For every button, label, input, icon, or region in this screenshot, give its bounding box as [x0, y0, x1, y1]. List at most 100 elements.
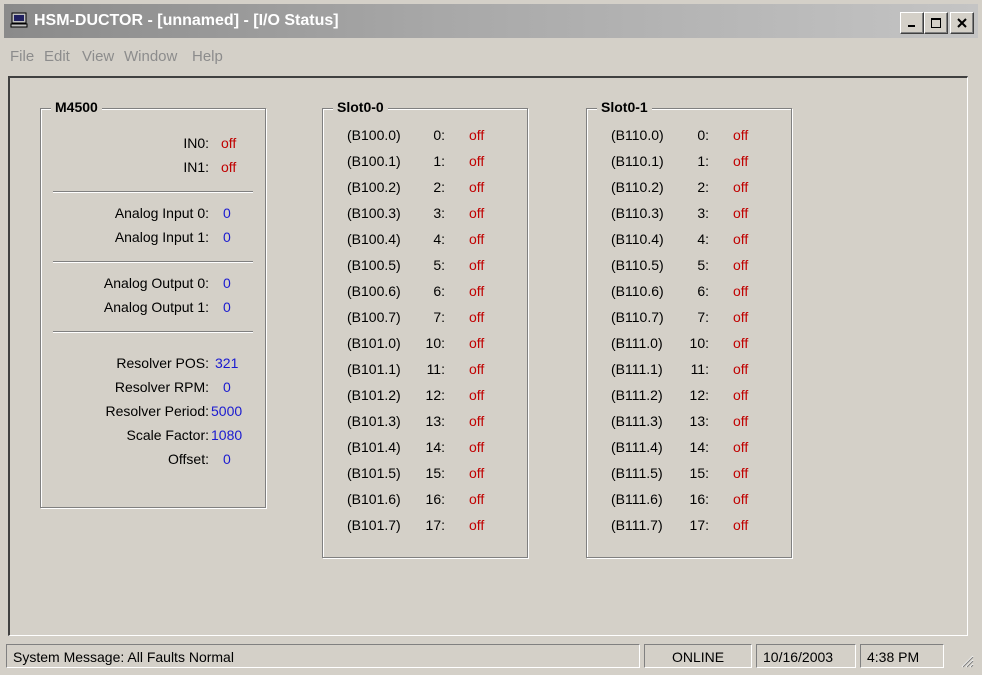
io-state: off — [469, 413, 485, 429]
window-title: HSM-DUCTOR - [unnamed] - [I/O Status] — [34, 12, 339, 29]
slot0-0-group: Slot0-0 (B100.0) 0: off (B100.1) 1: off (B100.… — [322, 99, 528, 558]
title-bar[interactable]: HSM-DUCTOR - [unnamed] - [I/O Status] — [4, 4, 978, 38]
io-index: 14: — [689, 439, 709, 455]
io-index: 12: — [425, 387, 445, 403]
menu-view[interactable]: View — [82, 48, 114, 65]
slot0-1-io-row: (B111.0) 10: off — [587, 335, 791, 355]
slot0-0-io-row: (B100.6) 6: off — [323, 283, 527, 303]
io-index: 13: — [689, 413, 709, 429]
io-state: off — [469, 153, 485, 169]
slot0-1-io-row: (B110.7) 7: off — [587, 309, 791, 329]
close-button[interactable] — [950, 12, 974, 34]
io-state: off — [469, 257, 485, 273]
slot0-0-io-row: (B101.5) 15: off — [323, 465, 527, 485]
online-status: ONLINE — [644, 644, 752, 668]
analog-input-1-row: Analog Input 1: 0 — [41, 229, 265, 249]
status-bar: System Message: All Faults Normal ONLINE… — [4, 642, 978, 672]
io-index: 16: — [689, 491, 709, 507]
io-state: off — [733, 257, 749, 273]
io-state: off — [469, 517, 485, 533]
slot0-1-io-row: (B110.1) 1: off — [587, 153, 791, 173]
io-address: (B110.7) — [611, 309, 664, 325]
slot0-1-group: Slot0-1 (B110.0) 0: off (B110.1) 1: off (B110.… — [586, 99, 792, 558]
analog-output-1-label: Analog Output 1: — [103, 299, 209, 315]
slot0-0-io-row: (B100.4) 4: off — [323, 231, 527, 251]
io-state: off — [469, 283, 485, 299]
slot0-1-io-row: (B110.2) 2: off — [587, 179, 791, 199]
offset-value: 0 — [223, 451, 231, 467]
resolver-pos-label: Resolver POS: — [116, 355, 209, 371]
io-state: off — [733, 335, 749, 351]
slot0-1-io-row: (B110.0) 0: off — [587, 127, 791, 147]
io-address: (B110.5) — [611, 257, 664, 273]
io-index: 15: — [689, 465, 709, 481]
resolver-rpm-label: Resolver RPM: — [114, 379, 209, 395]
divider — [53, 331, 253, 333]
menu-help[interactable]: Help — [192, 48, 223, 65]
io-index: 4: — [697, 231, 709, 247]
io-state: off — [469, 231, 485, 247]
in1-value: off — [221, 159, 237, 175]
slot0-1-io-row: (B110.4) 4: off — [587, 231, 791, 251]
io-index: 0: — [697, 127, 709, 143]
slot0-0-io-row: (B101.4) 14: off — [323, 439, 527, 459]
io-state: off — [733, 465, 749, 481]
m4500-group: M4500 IN0: off IN1: off Analog Input 0: … — [40, 99, 266, 508]
menu-file[interactable]: File — [10, 48, 34, 65]
menu-window[interactable]: Window — [124, 48, 177, 65]
maximize-icon — [931, 18, 941, 28]
io-address: (B100.0) — [347, 127, 401, 143]
status-date: 10/16/2003 — [756, 644, 856, 668]
io-address: (B101.5) — [347, 465, 401, 481]
io-address: (B111.7) — [611, 517, 663, 533]
minimize-icon — [908, 25, 915, 27]
io-state: off — [469, 465, 485, 481]
io-address: (B110.2) — [611, 179, 664, 195]
io-address: (B110.4) — [611, 231, 664, 247]
size-grip-icon[interactable] — [960, 654, 974, 668]
io-state: off — [469, 387, 485, 403]
in0-value: off — [221, 135, 237, 151]
io-address: (B110.6) — [611, 283, 664, 299]
slot0-0-io-row: (B101.1) 11: off — [323, 361, 527, 381]
io-address: (B110.0) — [611, 127, 664, 143]
menu-edit[interactable]: Edit — [44, 48, 70, 65]
io-address: (B100.2) — [347, 179, 401, 195]
io-address: (B101.0) — [347, 335, 401, 351]
io-index: 1: — [433, 153, 445, 169]
io-state: off — [469, 491, 485, 507]
io-state: off — [733, 517, 749, 533]
analog-input-0-value: 0 — [223, 205, 231, 221]
slot0-1-io-row: (B110.3) 3: off — [587, 205, 791, 225]
divider — [53, 261, 253, 263]
maximize-button[interactable] — [924, 12, 948, 34]
io-state: off — [469, 205, 485, 221]
slot0-1-io-row: (B110.6) 6: off — [587, 283, 791, 303]
io-address: (B101.3) — [347, 413, 401, 429]
io-state: off — [733, 179, 749, 195]
analog-input-0-label: Analog Input 0: — [114, 205, 209, 221]
analog-output-1-value: 0 — [223, 299, 231, 315]
io-index: 5: — [433, 257, 445, 273]
io-index: 7: — [697, 309, 709, 325]
io-address: (B101.6) — [347, 491, 401, 507]
io-index: 14: — [425, 439, 445, 455]
io-index: 17: — [689, 517, 709, 533]
minimize-button[interactable] — [900, 12, 924, 34]
in0-row: IN0: off — [41, 135, 265, 155]
resolver-pos-value: 321 — [215, 355, 239, 371]
io-address: (B111.0) — [611, 335, 663, 351]
io-state: off — [733, 309, 749, 325]
io-address: (B100.7) — [347, 309, 401, 325]
io-address: (B100.5) — [347, 257, 401, 273]
in1-label: IN1: — [183, 159, 209, 175]
analog-output-0-value: 0 — [223, 275, 231, 291]
analog-output-0-label: Analog Output 0: — [103, 275, 209, 291]
menu-bar: File Edit View Window Help — [4, 44, 978, 70]
resolver-period-value: 5000 — [211, 403, 243, 419]
system-message: System Message: All Faults Normal — [6, 644, 640, 668]
slot0-0-io-row: (B100.5) 5: off — [323, 257, 527, 277]
io-state: off — [733, 439, 749, 455]
divider — [53, 191, 253, 193]
io-index: 4: — [433, 231, 445, 247]
